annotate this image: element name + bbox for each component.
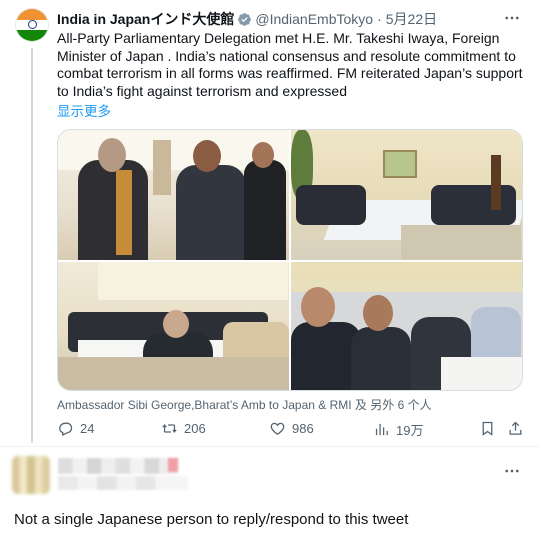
reply-tweet[interactable] xyxy=(0,452,540,504)
handle[interactable]: @IndianEmbTokyo xyxy=(255,11,373,27)
action-bar: 24 206 986 19万 xyxy=(57,420,527,440)
divider xyxy=(0,446,540,447)
verified-badge-icon xyxy=(238,12,252,26)
like-button[interactable]: 986 xyxy=(269,420,314,437)
blurred-avatar xyxy=(12,456,50,494)
retweet-count: 206 xyxy=(184,421,206,436)
tweet-date[interactable]: 5月22日 xyxy=(386,9,437,29)
more-horizontal-icon[interactable] xyxy=(503,462,521,480)
blurred-handle xyxy=(58,476,188,490)
photo-1[interactable] xyxy=(58,130,289,260)
reply-count: 24 xyxy=(80,421,95,436)
photo-3[interactable] xyxy=(58,262,289,390)
photo-4[interactable] xyxy=(291,262,522,390)
views-count: 19万 xyxy=(396,423,424,438)
retweet-icon xyxy=(162,423,177,434)
blurred-name xyxy=(58,458,178,474)
photo-2[interactable] xyxy=(291,130,522,260)
more-horizontal-icon[interactable] xyxy=(503,9,521,27)
reply-button[interactable]: 24 xyxy=(57,420,94,437)
like-count: 986 xyxy=(292,421,314,436)
views-button[interactable]: 19万 xyxy=(373,420,423,439)
media-grid xyxy=(57,129,523,391)
bookmark-button[interactable] xyxy=(479,420,496,437)
tagged-users-text: Ambassador Sibi George,Bharat’s Amb to J… xyxy=(57,398,432,412)
tweet[interactable]: India in Japanインド大使館 @IndianEmbTokyo · 5… xyxy=(0,0,540,443)
share-icon xyxy=(509,421,522,435)
thread-line xyxy=(31,48,33,443)
tweet-header: India in Japanインド大使館 @IndianEmbTokyo · 5… xyxy=(57,9,520,29)
caption: Not a single Japanese person to reply/re… xyxy=(14,511,409,528)
separator-dot: · xyxy=(377,11,382,27)
tweet-text: All-Party Parliamentary Delegation met H… xyxy=(57,30,523,99)
heart-icon xyxy=(270,422,285,435)
india-flag-icon[interactable] xyxy=(15,8,49,42)
share-button[interactable] xyxy=(507,420,524,437)
retweet-button[interactable]: 206 xyxy=(161,420,206,437)
bookmark-icon xyxy=(482,421,493,436)
blurred-badge xyxy=(168,458,178,472)
reply-icon xyxy=(59,422,73,436)
tagged-users[interactable]: Ambassador Sibi George,Bharat’s Amb to J… xyxy=(57,396,432,413)
views-chart-icon xyxy=(375,423,388,436)
display-name[interactable]: India in Japanインド大使館 xyxy=(57,9,234,29)
show-more-link[interactable]: 显示更多 xyxy=(57,100,111,120)
